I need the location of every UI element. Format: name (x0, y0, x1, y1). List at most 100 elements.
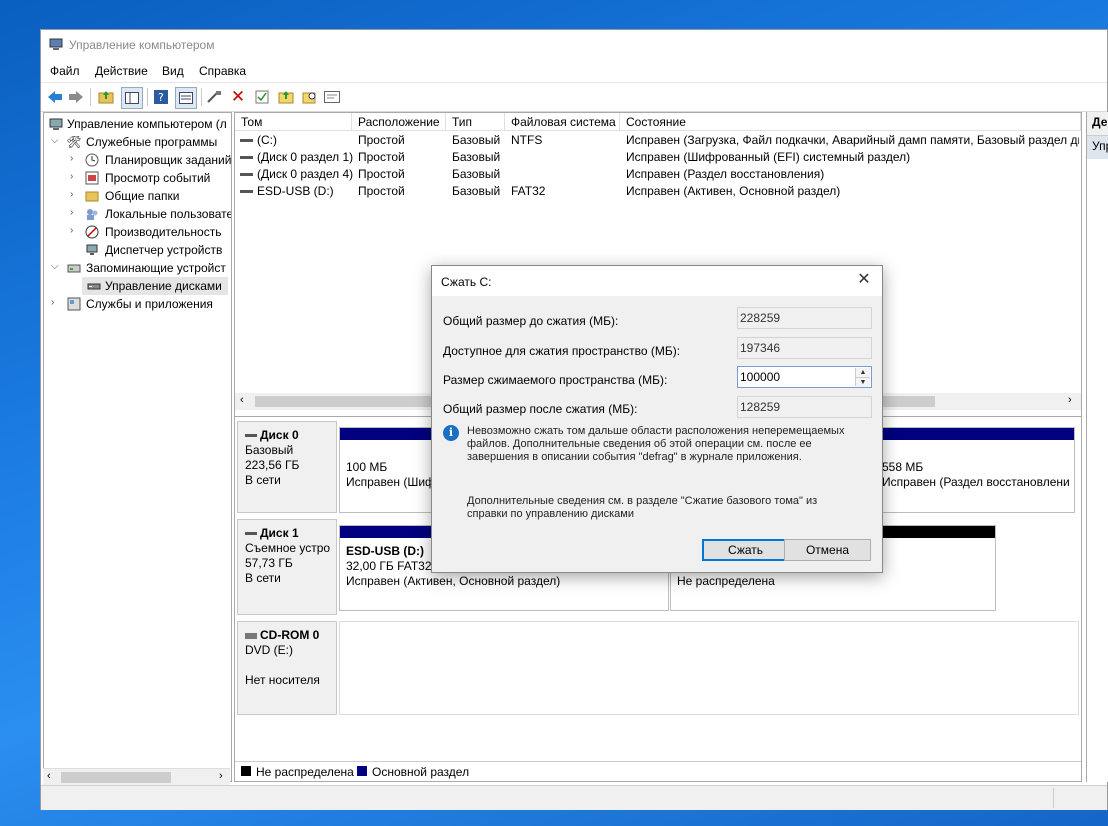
tree-item-event-viewer[interactable]: › Просмотр событий (44, 169, 231, 187)
legend-swatch-unallocated (241, 766, 251, 776)
toolbar: ? ✕ (41, 82, 1107, 112)
delete-icon[interactable]: ✕ (228, 87, 248, 107)
available-size-field: 197346 (737, 337, 872, 359)
chevron-right-icon[interactable]: › (70, 171, 80, 182)
column-header-type[interactable]: Тип (446, 113, 505, 131)
shrink-button[interactable]: Сжать (702, 539, 789, 561)
storage-icon (66, 260, 82, 276)
up-folder-icon[interactable] (96, 87, 116, 107)
table-row[interactable]: (Диск 0 раздел 1) Простой Базовый Исправ… (235, 149, 1081, 166)
shrink-dialog: Сжать C: ✕ Общий размер до сжатия (МБ): … (431, 265, 883, 573)
column-header-layout[interactable]: Расположение (352, 113, 446, 131)
device-manager-icon (84, 242, 100, 258)
scroll-left-icon[interactable]: ‹ (47, 770, 51, 782)
menu-bar: Файл Действие Вид Справка (41, 60, 1107, 82)
tools-icon: 🛠 (66, 135, 82, 149)
column-header-volume[interactable]: Том (235, 113, 352, 131)
more-info-line-1: Дополнительные сведения см. в разделе "С… (467, 495, 818, 507)
actions-item[interactable]: Упр (1087, 136, 1108, 159)
disk-1-info[interactable]: Диск 1 Съемное устро 57,73 ГБ В сети (237, 519, 337, 615)
tree-item-disk-management[interactable]: Управление дисками (82, 277, 228, 295)
view-icon[interactable] (175, 87, 197, 109)
column-header-filesystem[interactable]: Файловая система (505, 113, 620, 131)
close-icon[interactable]: ✕ (854, 270, 874, 290)
services-icon (66, 296, 82, 312)
search-icon[interactable] (300, 87, 320, 107)
more-info-line-2: справки по управлению дисками (467, 508, 634, 520)
menu-action[interactable]: Действие (95, 64, 148, 78)
disk-management-icon (86, 278, 102, 294)
size-after-field: 128259 (737, 396, 872, 418)
cdrom-0-area (339, 621, 1079, 715)
cdrom-0-info[interactable]: CD-ROM 0 DVD (E:) Нет носителя (237, 621, 337, 715)
shared-folder-icon (84, 188, 100, 204)
refresh-icon[interactable] (276, 87, 296, 107)
drive-icon (240, 173, 253, 176)
disk-0-partition-1[interactable]: 100 МБ Исправен (Шиф (339, 427, 439, 513)
tree-item-system-tools[interactable]: ⌵ 🛠 Служебные программы (44, 133, 231, 151)
tree-item-performance[interactable]: › Производительность (44, 223, 231, 241)
title-bar: Управление компьютером (41, 30, 1107, 60)
scroll-right-icon[interactable]: › (1068, 394, 1072, 406)
legend-label-primary: Основной раздел (372, 765, 470, 779)
chevron-right-icon[interactable]: › (70, 153, 80, 164)
show-hide-tree-icon[interactable] (121, 87, 143, 109)
connect-icon[interactable] (204, 87, 224, 107)
actions-header: Дей (1087, 112, 1108, 136)
chevron-right-icon[interactable]: › (70, 207, 80, 218)
dialog-title: Сжать C: (441, 275, 492, 289)
performance-icon (84, 224, 100, 240)
scrollbar-thumb[interactable] (61, 772, 171, 783)
chevron-down-icon[interactable]: ⌵ (51, 135, 61, 146)
tree-horizontal-scrollbar[interactable]: ‹ › (43, 768, 230, 786)
tree-item-device-manager[interactable]: Диспетчер устройств (44, 241, 231, 259)
shrink-amount-input[interactable]: 100000 ▲ ▼ (737, 366, 872, 388)
legend: Не распределена Основной раздел (235, 761, 1081, 781)
spin-down-icon[interactable]: ▼ (856, 378, 870, 387)
info-icon: i (443, 425, 459, 441)
tree-root[interactable]: Управление компьютером (л (44, 115, 231, 133)
users-icon (84, 206, 100, 222)
back-icon[interactable] (45, 87, 65, 107)
dialog-title-bar: Сжать C: ✕ (432, 266, 882, 296)
disk-0-partition-4[interactable]: 558 МБ Исправен (Раздел восстановлени (875, 427, 1075, 513)
tree-item-storage[interactable]: ⌵ Запоминающие устройст (44, 259, 231, 277)
help-icon[interactable]: ? (151, 87, 171, 107)
chevron-right-icon[interactable]: › (70, 189, 80, 200)
properties-icon[interactable] (252, 87, 272, 107)
tree-item-local-users[interactable]: › Локальные пользовате (44, 205, 231, 223)
shrink-amount-label: Размер сжимаемого пространства (МБ): (443, 373, 668, 387)
drive-icon (240, 190, 253, 193)
scroll-left-icon[interactable]: ‹ (240, 394, 244, 406)
column-header-status[interactable]: Состояние (620, 113, 1081, 131)
app-icon (49, 37, 63, 51)
forward-icon[interactable] (66, 87, 86, 107)
tree-item-services-apps[interactable]: › Службы и приложения (44, 295, 231, 313)
table-row[interactable]: (Диск 0 раздел 4) Простой Базовый Исправ… (235, 166, 1081, 183)
quantity-stepper[interactable]: ▲ ▼ (855, 368, 870, 387)
tree-item-task-scheduler[interactable]: › Планировщик заданий (44, 151, 231, 169)
tree-item-shared-folders[interactable]: › Общие папки (44, 187, 231, 205)
menu-file[interactable]: Файл (50, 64, 80, 78)
table-row[interactable]: (C:) Простой Базовый NTFS Исправен (Загр… (235, 132, 1081, 149)
chevron-down-icon[interactable]: ⌵ (51, 261, 61, 272)
drive-icon (240, 156, 253, 159)
size-after-label: Общий размер после сжатия (МБ): (443, 402, 638, 416)
menu-view[interactable]: Вид (162, 64, 184, 78)
disk-0-info[interactable]: Диск 0 Базовый 223,56 ГБ В сети (237, 421, 337, 513)
disk-icon (245, 532, 257, 536)
total-size-field: 228259 (737, 307, 872, 329)
info-text-line-3: завершения в описании события "defrag" в… (467, 451, 802, 463)
status-bar (41, 785, 1107, 810)
menu-help[interactable]: Справка (199, 64, 246, 78)
scroll-right-icon[interactable]: › (219, 770, 223, 782)
cancel-button[interactable]: Отмена (784, 539, 871, 561)
legend-swatch-primary (357, 766, 367, 776)
chevron-right-icon[interactable]: › (70, 225, 80, 236)
export-icon[interactable] (322, 87, 342, 107)
available-size-label: Доступное для сжатия пространство (МБ): (443, 344, 681, 358)
spin-up-icon[interactable]: ▲ (856, 368, 870, 378)
legend-label-unallocated: Не распределена (256, 765, 354, 779)
table-row[interactable]: ESD-USB (D:) Простой Базовый FAT32 Испра… (235, 183, 1081, 200)
chevron-right-icon[interactable]: › (51, 297, 61, 308)
